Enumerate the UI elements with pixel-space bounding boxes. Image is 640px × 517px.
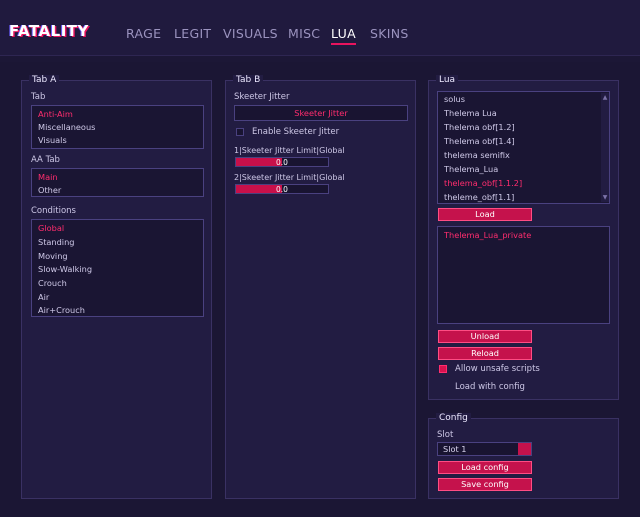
slider1-label: 1|Skeeter Jitter Limit|Global — [234, 146, 345, 155]
list-item-miscellaneous[interactable]: Miscellaneous — [38, 122, 95, 132]
enable-skeeter-jitter-checkbox[interactable] — [236, 128, 244, 136]
allow-unsafe-scripts-label: Allow unsafe scripts — [455, 364, 540, 374]
list-item[interactable]: Thelema obf[1.4] — [444, 136, 515, 146]
list-item-air-crouch[interactable]: Air+Crouch — [38, 305, 85, 315]
load-with-config-label: Load with config — [455, 382, 525, 392]
tab-skins[interactable]: SKINS — [370, 26, 409, 41]
list-item-global[interactable]: Global — [38, 223, 64, 233]
aa-tab-label: AA Tab — [31, 155, 60, 165]
skeeter-jitter-limit-slider-1[interactable]: 0.0 — [235, 157, 329, 167]
skeeter-jitter-label: Skeeter Jitter — [234, 92, 290, 102]
load-with-config-checkbox[interactable] — [439, 383, 447, 391]
list-item[interactable]: theleme_obf[1.1] — [444, 192, 514, 202]
slider-value: 0.0 — [276, 185, 288, 194]
slider2-label: 2|Skeeter Jitter Limit|Global — [234, 173, 345, 182]
app-logo: FATALITY — [9, 22, 89, 40]
tab-label: Tab — [31, 92, 46, 102]
list-item-slow-walking[interactable]: Slow-Walking — [38, 264, 92, 274]
config-panel: Config Slot Slot 1 Load config Save conf… — [428, 413, 619, 499]
panel-title: Tab B — [233, 75, 264, 85]
lua-panel: Lua solus Thelema Lua Thelema obf[1.2] T… — [428, 75, 619, 400]
list-item-main[interactable]: Main — [38, 172, 58, 182]
list-item-other[interactable]: Other — [38, 185, 61, 195]
list-item[interactable]: Thelema obf[1.2] — [444, 122, 515, 132]
dropdown-arrow-icon[interactable] — [518, 443, 531, 455]
save-config-button[interactable]: Save config — [438, 478, 532, 491]
panel-title: Config — [436, 413, 471, 423]
panel-title: Tab A — [29, 75, 60, 85]
aa-tab-listbox[interactable]: Main Other — [31, 168, 204, 197]
allow-unsafe-scripts-checkbox[interactable] — [439, 365, 447, 373]
conditions-label: Conditions — [31, 206, 76, 216]
list-item-moving[interactable]: Moving — [38, 251, 68, 261]
tab-visuals[interactable]: VISUALS — [223, 26, 278, 41]
tab-listbox[interactable]: Anti-Aim Miscellaneous Visuals — [31, 105, 204, 149]
tab-lua[interactable]: LUA — [331, 26, 356, 45]
top-bar: FATALITY RAGE LEGIT VISUALS MISC LUA SKI… — [0, 0, 640, 56]
slot-value: Slot 1 — [443, 444, 467, 454]
list-item[interactable]: Thelema Lua — [444, 108, 497, 118]
enable-skeeter-jitter-label: Enable Skeeter Jitter — [252, 127, 340, 137]
list-item-loaded[interactable]: Thelema_Lua_private — [444, 230, 531, 240]
unload-button[interactable]: Unload — [438, 330, 532, 343]
scripts-scrollbar[interactable]: ▲ ▼ — [601, 93, 609, 202]
list-item-crouch[interactable]: Crouch — [38, 278, 67, 288]
loaded-scripts-listbox[interactable]: Thelema_Lua_private — [437, 226, 610, 324]
list-item[interactable]: thelema semifix — [444, 150, 510, 160]
tab-b-panel: Tab B Skeeter Jitter Skeeter Jitter Enab… — [225, 75, 416, 499]
list-item-visuals[interactable]: Visuals — [38, 135, 67, 145]
list-item-selected[interactable]: thelema_obf[1.1.2] — [444, 178, 522, 188]
list-item-air[interactable]: Air — [38, 292, 49, 302]
panel-title: Lua — [436, 75, 459, 85]
conditions-listbox[interactable]: Global Standing Moving Slow-Walking Crou… — [31, 219, 204, 317]
list-item-anti-aim[interactable]: Anti-Aim — [38, 109, 73, 119]
tab-a-panel: Tab A Tab Anti-Aim Miscellaneous Visuals… — [21, 75, 212, 499]
load-config-button[interactable]: Load config — [438, 461, 532, 474]
list-item[interactable]: solus — [444, 94, 465, 104]
load-button[interactable]: Load — [438, 208, 532, 221]
skeeter-jitter-combo[interactable]: Skeeter Jitter — [234, 105, 408, 121]
tab-legit[interactable]: LEGIT — [174, 26, 211, 41]
slot-label: Slot — [437, 430, 454, 440]
slider-value: 0.0 — [276, 158, 288, 167]
list-item[interactable]: Thelema_Lua — [444, 164, 498, 174]
tab-misc[interactable]: MISC — [288, 26, 320, 41]
skeeter-jitter-limit-slider-2[interactable]: 0.0 — [235, 184, 329, 194]
scripts-listbox[interactable]: solus Thelema Lua Thelema obf[1.2] Thele… — [437, 91, 610, 204]
list-item-standing[interactable]: Standing — [38, 237, 74, 247]
tab-rage[interactable]: RAGE — [126, 26, 161, 41]
scroll-down-icon[interactable]: ▼ — [601, 194, 609, 201]
reload-button[interactable]: Reload — [438, 347, 532, 360]
slot-dropdown[interactable]: Slot 1 — [437, 442, 532, 456]
scroll-up-icon[interactable]: ▲ — [601, 94, 609, 101]
